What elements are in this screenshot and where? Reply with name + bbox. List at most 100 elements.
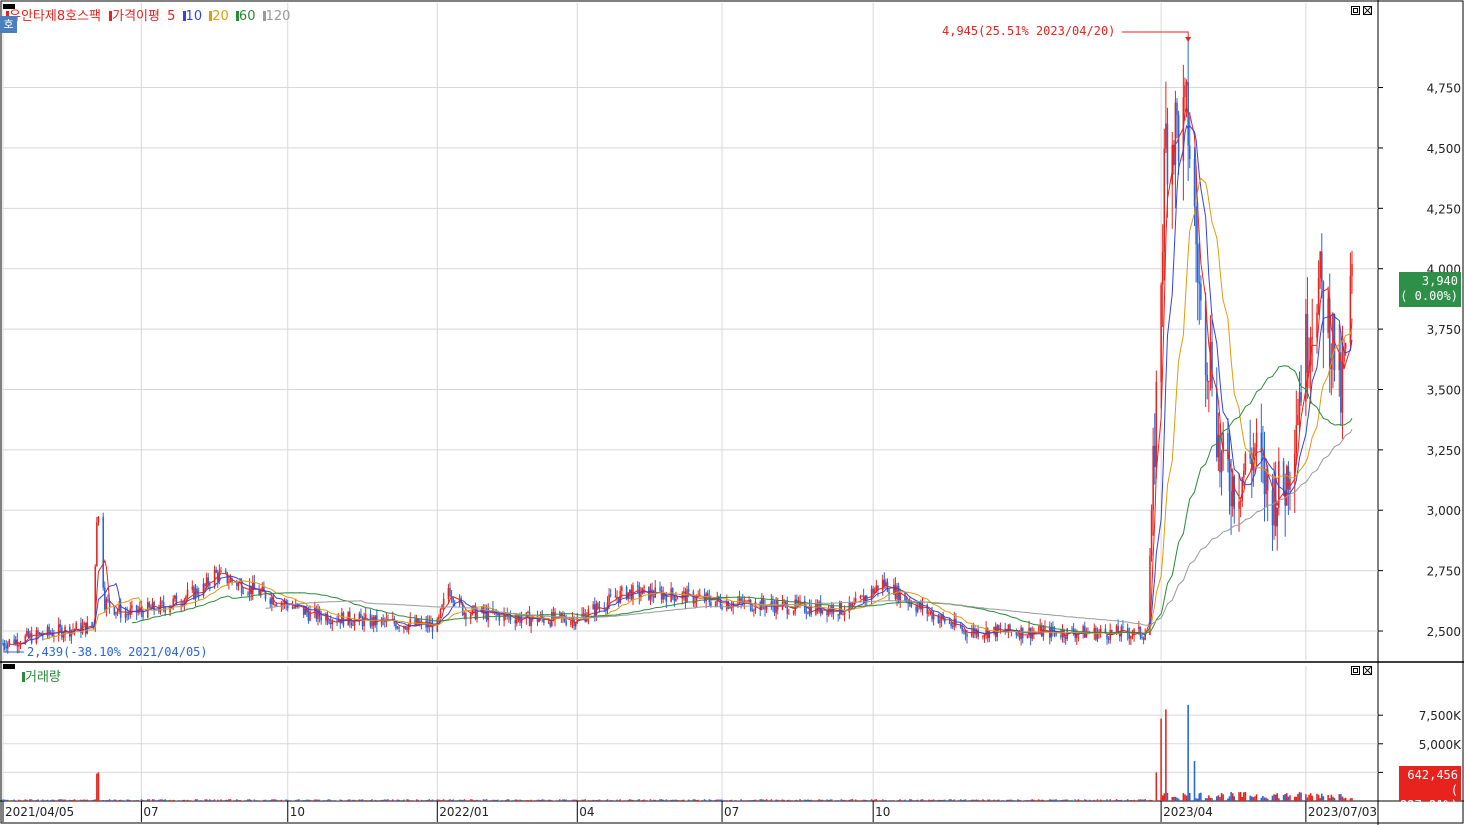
volume-bar [51, 799, 54, 801]
volume-bar [441, 800, 443, 801]
candle-body [204, 583, 206, 587]
volume-bar [382, 799, 384, 801]
last-volume-badge: 642,456 ( 227.21%) [1399, 766, 1461, 812]
ma-20-label[interactable]: 20 [212, 9, 229, 24]
volume-bar [1026, 799, 1029, 801]
volume-bar [94, 799, 97, 801]
volume-bar [818, 799, 820, 801]
volume-bar [224, 799, 227, 801]
volume-bar [19, 800, 22, 801]
volume-bar [417, 799, 419, 801]
candle-body [805, 612, 808, 614]
volume-bar [1126, 799, 1129, 801]
volume-bar [207, 800, 209, 801]
volume-bar [442, 799, 445, 801]
volume-bar [1163, 793, 1166, 801]
volume-bar [108, 799, 111, 801]
candle-body [309, 611, 311, 621]
volume-bar [307, 799, 310, 801]
volume-bar [705, 800, 707, 801]
volume-bar [1117, 800, 1119, 801]
volume-bar [1104, 800, 1107, 801]
volume-bar [625, 800, 628, 801]
ma-10-label[interactable]: 10 [186, 9, 203, 24]
candle-body [38, 632, 41, 635]
volume-bar [1052, 799, 1054, 801]
volume-bar [1330, 794, 1333, 801]
volume-bar [415, 799, 418, 801]
volume-bar [547, 799, 550, 801]
volume-bar [1198, 793, 1201, 801]
volume-bar [996, 799, 999, 801]
last-price: 3,940 [1421, 274, 1458, 288]
volume-bar [695, 800, 698, 801]
volume-bar [1320, 793, 1323, 801]
volume-bar [792, 800, 795, 801]
candle-body [1099, 628, 1102, 632]
black-tab-marker [3, 4, 15, 9]
volume-bar [1238, 792, 1240, 801]
volume-bar [1018, 799, 1021, 801]
volume-panel-close-icon[interactable] [1363, 666, 1372, 675]
candle-body [224, 570, 227, 573]
volume-bar [950, 799, 952, 801]
volume-bar [963, 799, 965, 801]
candle-body [1174, 102, 1177, 166]
candle-body [796, 599, 798, 604]
volume-bar [764, 799, 766, 801]
volume-bar [1182, 793, 1185, 801]
candle-body [229, 578, 232, 583]
candle-body [18, 645, 20, 647]
volume-bar [853, 800, 855, 801]
candle-body [751, 610, 754, 612]
volume-bar [1316, 793, 1318, 801]
volume-bar [765, 799, 768, 801]
candle-body [1150, 510, 1153, 556]
price-panel-close-icon[interactable] [1363, 6, 1372, 15]
volume-bar [861, 800, 863, 801]
volume-bar [788, 799, 790, 801]
volume-bar [1173, 796, 1175, 801]
ma-120-label[interactable]: 120 [266, 9, 291, 24]
ma-60-label[interactable]: 60 [239, 9, 256, 24]
volume-bar [314, 799, 316, 801]
volume-bar [353, 799, 356, 801]
price-tick-label: 2,500 [1427, 625, 1461, 639]
chart-canvas[interactable]: 4,7504,5004,2504,0003,7503,5003,2503,000… [0, 0, 1464, 825]
volume-bar [748, 800, 750, 801]
volume-bar [1155, 772, 1158, 801]
volume-bar [104, 800, 106, 801]
candle-body [438, 616, 440, 620]
volume-bar [951, 800, 954, 801]
volume-bar [998, 799, 1000, 801]
volume-panel-maximize-icon[interactable] [1351, 666, 1360, 675]
volume-bar [916, 799, 919, 801]
volume-bar [258, 800, 260, 801]
volume-bar [571, 799, 574, 801]
stock-chart-window: 4,750 4,500 4,250 4,000 3,750 3,500 3,250 3,000… [0, 0, 1464, 825]
volume-bar [784, 800, 787, 801]
candle-body [148, 602, 151, 607]
candle-body [496, 614, 499, 616]
candle-body [859, 596, 862, 599]
candle-body [963, 630, 965, 632]
volume-bar [380, 799, 383, 801]
volume-bar [449, 799, 451, 801]
candle-body [131, 605, 133, 609]
volume-bar [931, 799, 933, 801]
volume-bar [1142, 799, 1145, 801]
candle-body [961, 627, 964, 632]
ma-line-120 [265, 429, 1353, 626]
ma-5-label[interactable]: 5 [167, 9, 175, 24]
volume-bar [1161, 795, 1164, 801]
volume-bar [496, 799, 499, 801]
candle-body [861, 595, 863, 597]
volume-bar [1243, 792, 1245, 801]
candle-body [1118, 634, 1121, 637]
price-panel-maximize-icon[interactable] [1351, 6, 1360, 15]
candle-body [966, 634, 968, 637]
corner-badge[interactable]: 호 [0, 16, 17, 33]
volume-bar [181, 799, 184, 801]
volume-tick-label: 7,500K [1419, 709, 1462, 723]
volume-bar [1111, 800, 1113, 801]
